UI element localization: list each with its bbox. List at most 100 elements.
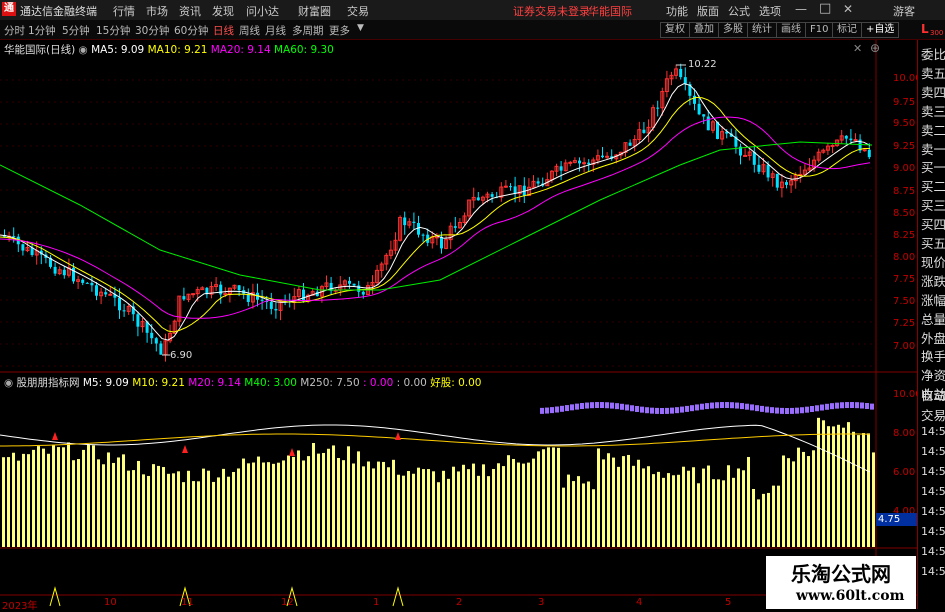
indicator-bar (597, 448, 600, 547)
indicator-bar (612, 457, 615, 547)
period-weekly[interactable]: 周线 (239, 23, 260, 38)
indicator-bar (782, 455, 785, 547)
menu-formula[interactable]: 公式 (728, 3, 750, 19)
indicator-bar (117, 457, 120, 547)
indicator-band (680, 406, 684, 413)
menu-options[interactable]: 选项 (759, 3, 781, 19)
kline-chart[interactable] (0, 40, 917, 609)
candle-body (743, 154, 748, 157)
menu-trade[interactable]: 交易 (347, 3, 369, 19)
period-daily[interactable]: 日线 (213, 23, 234, 38)
indicator-bar (302, 460, 305, 547)
indicator-bar (262, 462, 265, 547)
guest-user[interactable]: 游客 (893, 3, 915, 19)
indicator-bar (672, 475, 675, 547)
indicator-bar (542, 449, 545, 547)
indicator-bar (712, 479, 715, 547)
period-1min[interactable]: 1分钟 (28, 23, 56, 38)
chart-close-icon[interactable]: ✕ (853, 42, 862, 55)
indicator-bar (127, 470, 130, 547)
add-watchlist-button[interactable]: +自选 (861, 22, 900, 38)
candle-body (85, 282, 89, 284)
period-30min[interactable]: 30分钟 (135, 23, 169, 38)
indicator-settings-icon[interactable]: ◉ (4, 377, 13, 389)
menu-quotes[interactable]: 行情 (113, 3, 135, 19)
f10-button[interactable]: F10 (805, 22, 834, 38)
period-15min[interactable]: 15分钟 (96, 23, 130, 38)
indicator-bar (182, 482, 185, 547)
side-panel-label: 卖五 (921, 65, 945, 81)
menu-layout[interactable]: 版面 (697, 3, 719, 19)
statistics-button[interactable]: 统计 (747, 22, 777, 38)
period-more[interactable]: 更多 (329, 23, 350, 38)
period-monthly[interactable]: 月线 (265, 23, 286, 38)
candle-body (191, 293, 196, 296)
indicator-band (710, 402, 714, 409)
settings-icon[interactable]: ◉ (79, 44, 88, 56)
menu-news[interactable]: 资讯 (179, 3, 201, 19)
indicator-band (850, 402, 854, 409)
indicator-bar (617, 466, 620, 547)
m5-label: M5: 9.09 (82, 377, 129, 389)
x-tick: 3 (538, 597, 545, 608)
minimize-icon[interactable]: — (795, 2, 807, 16)
indicator-bar (42, 448, 45, 547)
maximize-icon[interactable]: □ (819, 1, 831, 16)
indicator-bar (607, 453, 610, 547)
indicator-bar (872, 452, 875, 547)
candle-body (679, 68, 683, 78)
menu-market[interactable]: 市场 (146, 3, 168, 19)
ma20-label: MA20: 9.14 (210, 44, 271, 56)
indicator-band (600, 402, 604, 409)
period-5min[interactable]: 5分钟 (62, 23, 90, 38)
signal-spike (392, 586, 404, 607)
indicator-bar (837, 424, 840, 547)
indicator-bar (22, 453, 25, 547)
side-panel-label: 卖三 (921, 103, 945, 119)
close-icon[interactable]: ✕ (843, 2, 853, 16)
indicator-bar (457, 471, 460, 547)
indicator-bar (562, 487, 565, 547)
side-panel-label: 14:56 (921, 445, 945, 458)
side-panel-label[interactable]: 交易 (921, 405, 945, 424)
indicator-bar (517, 462, 520, 547)
indicator-bar (257, 456, 260, 547)
indicator-bar (327, 448, 330, 547)
overlay-button[interactable]: 叠加 (689, 22, 719, 38)
candle-body (81, 279, 85, 283)
period-60min[interactable]: 60分钟 (174, 23, 208, 38)
indicator-band (855, 402, 859, 409)
chart-zoom-icon[interactable]: ⊕ (870, 41, 880, 55)
draw-line-button[interactable]: 画线 (776, 22, 806, 38)
mark-button[interactable]: 标记 (832, 22, 862, 38)
period-intraday[interactable]: 分时 (4, 23, 25, 38)
menu-wealth[interactable]: 财富圈 (298, 3, 331, 19)
side-panel-label: 外盘 (921, 330, 945, 346)
indicator-bar (512, 458, 515, 547)
indicator-bar (27, 454, 30, 547)
indicator-bar (442, 470, 445, 547)
side-panel-label: 14:56 (921, 545, 945, 558)
candle-body (269, 302, 273, 309)
indicator-bar (237, 468, 240, 547)
indicator-bar (112, 462, 115, 547)
adjust-button[interactable]: 复权 (660, 22, 690, 38)
indicator-band (550, 407, 554, 414)
candle-body (503, 185, 508, 188)
indicator-bar (62, 447, 65, 547)
menu-discover[interactable]: 发现 (212, 3, 234, 19)
low-marker: 6.90 (170, 350, 193, 361)
menu-function[interactable]: 功能 (666, 3, 688, 19)
candle-body (237, 285, 241, 291)
indicator-band (735, 402, 739, 409)
period-multi[interactable]: 多周期 (292, 23, 324, 38)
candle-body (150, 332, 154, 339)
y-tick: 8.25 (893, 230, 916, 241)
multi-stock-button[interactable]: 多股 (718, 22, 748, 38)
menu-ask[interactable]: 问小达 (246, 3, 279, 19)
candle-body (656, 107, 660, 109)
more-dropdown-icon[interactable]: ▼ (357, 23, 364, 33)
trade-login-warning[interactable]: 证券交易未登录 (513, 3, 590, 19)
indicator-band (690, 405, 694, 412)
side-panel-label[interactable]: 自动 (921, 385, 945, 404)
